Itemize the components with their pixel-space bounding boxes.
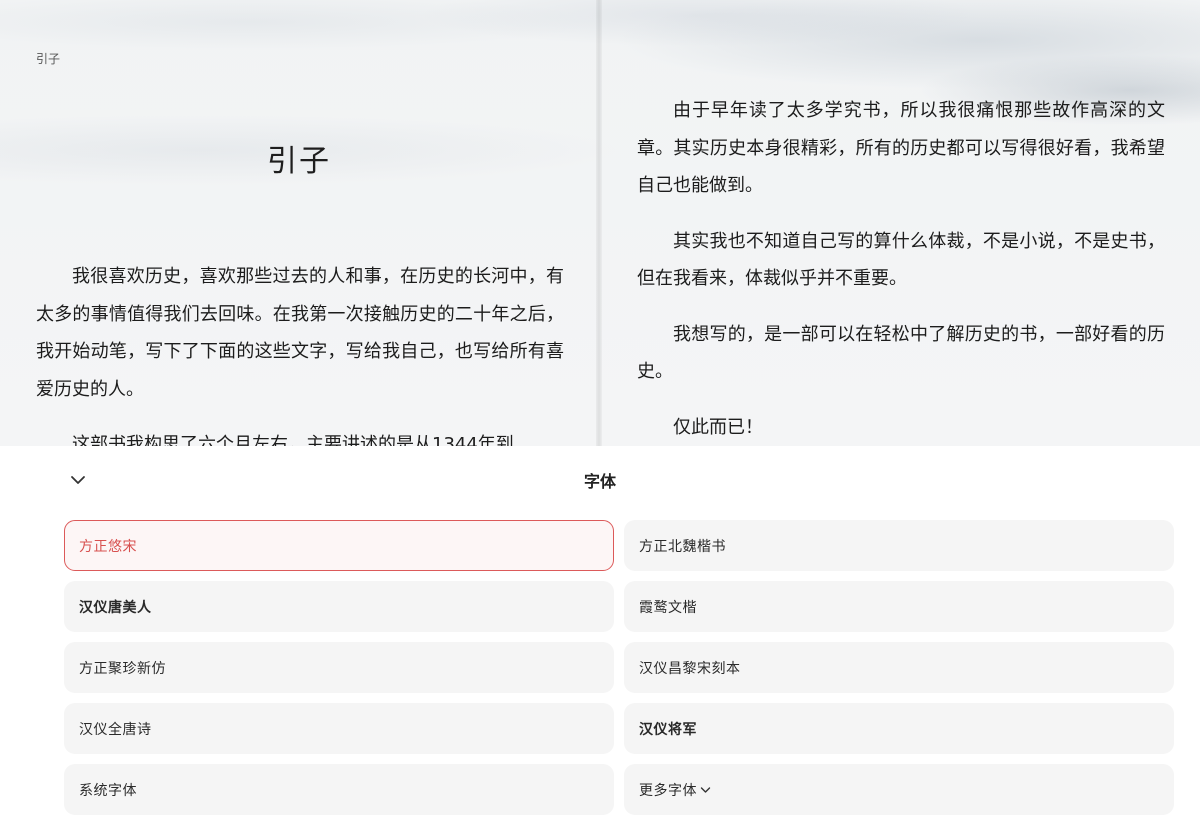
font-option-label: 方正聚珍新仿 (79, 660, 166, 677)
font-option-system-font[interactable]: 系统字体 (64, 764, 614, 815)
paragraph: 这部书我构思了六个月左右，主要讲述的是从1344年到 (72, 434, 514, 446)
reader-view[interactable]: 引子 引子 我很喜欢历史，喜欢那些过去的人和事，在历史的长河中，有太多的事情值得… (0, 0, 1200, 446)
font-option-label: 系统字体 (79, 782, 137, 799)
font-option-label: 霞鹜文楷 (639, 599, 697, 616)
paragraph: 我想写的，是一部可以在轻松中了解历史的书，一部好看的历史。 (637, 323, 1165, 383)
sheet-title: 字体 (583, 472, 616, 491)
font-option-hanyi-tangmeiren[interactable]: 汉仪唐美人 (64, 581, 614, 632)
font-option-hanyi-changli-songkeben[interactable]: 汉仪昌黎宋刻本 (624, 642, 1174, 693)
font-option-label: 汉仪唐美人 (79, 599, 152, 616)
left-page-body: 我很喜欢历史，喜欢那些过去的人和事，在历史的长河中，有太多的事情值得我们去回味。… (36, 258, 564, 446)
font-option-grid: 方正悠宋 方正北魏楷书 汉仪唐美人 霞鹜文楷 方正聚珍新仿 汉仪昌黎宋刻本 汉仪… (64, 520, 1174, 815)
font-option-fangzheng-juzhen-xinfang[interactable]: 方正聚珍新仿 (64, 642, 614, 693)
paragraph: 我很喜欢历史，喜欢那些过去的人和事，在历史的长河中，有太多的事情值得我们去回味。… (36, 266, 564, 400)
running-header: 引子 (36, 52, 61, 66)
font-option-fangzheng-yousong[interactable]: 方正悠宋 (64, 520, 614, 571)
font-option-label: 方正北魏楷书 (639, 538, 726, 555)
font-option-label: 汉仪全唐诗 (79, 721, 152, 738)
more-fonts-button[interactable]: 更多字体 (624, 764, 1174, 815)
font-option-hanyi-quantangshi[interactable]: 汉仪全唐诗 (64, 703, 614, 754)
chevron-down-icon (700, 786, 711, 793)
left-page[interactable]: 引子 引子 我很喜欢历史，喜欢那些过去的人和事，在历史的长河中，有太多的事情值得… (0, 0, 598, 446)
font-option-label: 方正悠宋 (79, 538, 137, 555)
chapter-title: 引子 (267, 144, 331, 179)
more-fonts-label: 更多字体 (639, 782, 697, 799)
font-option-fangzheng-beiwei-kaishu[interactable]: 方正北魏楷书 (624, 520, 1174, 571)
font-settings-sheet: 字体 方正悠宋 方正北魏楷书 汉仪唐美人 霞鹜文楷 方正聚珍新仿 汉仪昌黎宋刻本… (0, 446, 1200, 839)
right-page-body: 由于早年读了太多学究书，所以我很痛恨那些故作高深的文章。其实历史本身很精彩，所有… (637, 92, 1165, 446)
paragraph: 其实我也不知道自己写的算什么体裁，不是小说，不是史书，但在我看来，体裁似乎并不重… (637, 230, 1165, 290)
paragraph: 由于早年读了太多学究书，所以我很痛恨那些故作高深的文章。其实历史本身很精彩，所有… (637, 100, 1165, 196)
font-option-label: 汉仪昌黎宋刻本 (639, 660, 741, 677)
font-option-hanyi-jiangjun[interactable]: 汉仪将军 (624, 703, 1174, 754)
paragraph: 仅此而已！ (673, 416, 763, 438)
font-option-label: 汉仪将军 (639, 721, 697, 738)
font-option-xiawu-wenkai[interactable]: 霞鹜文楷 (624, 581, 1174, 632)
right-page[interactable]: 由于早年读了太多学究书，所以我很痛恨那些故作高深的文章。其实历史本身很精彩，所有… (600, 0, 1200, 446)
